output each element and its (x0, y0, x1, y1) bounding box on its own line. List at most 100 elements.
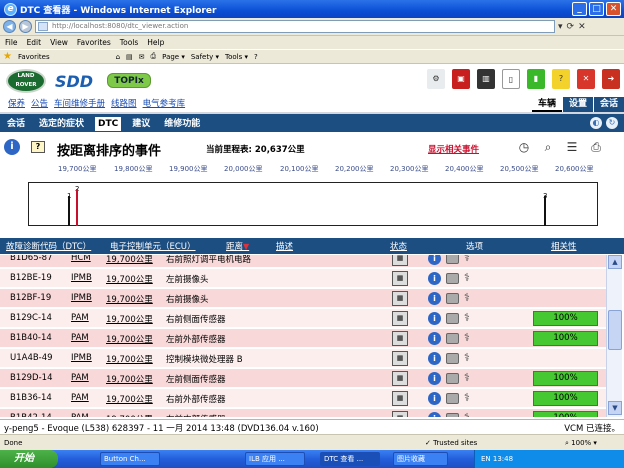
timeline-marker[interactable] (76, 189, 78, 226)
status-icon[interactable]: ▦ (392, 255, 408, 266)
link-wiring-diagrams[interactable]: 线路图 (111, 97, 137, 109)
url-field[interactable]: http://localhost:8080/dtc_viewer.action (35, 20, 555, 33)
green-document-icon[interactable]: ▮ (527, 69, 545, 89)
table-row[interactable]: U1A4B-49 IPMB 19,700公里 控制模块微处理器 B ▦ i ⚕ (0, 349, 606, 368)
stethoscope-icon[interactable]: ⚕ (464, 255, 470, 264)
stethoscope-icon[interactable]: ⚕ (464, 291, 470, 304)
info-icon[interactable]: i (428, 272, 441, 285)
battery-icon[interactable]: ▥ (477, 69, 495, 89)
col-description[interactable]: 描述 (276, 240, 293, 252)
camera-icon[interactable] (446, 413, 459, 417)
col-ecu[interactable]: 电子控制单元（ECU） (110, 240, 196, 252)
link-maintenance[interactable]: 保养 (8, 97, 25, 109)
ecu-link[interactable]: IPMB (71, 293, 92, 303)
status-icon[interactable]: ▦ (392, 311, 408, 326)
topix-button[interactable]: TOPIx (107, 73, 151, 88)
ecu-link[interactable]: PAM (71, 413, 89, 417)
distance-link[interactable]: 19,700公里 (106, 373, 153, 385)
home-icon[interactable]: ⌂ (116, 53, 120, 61)
close-button[interactable]: ✕ (606, 2, 621, 16)
safety-menu[interactable]: Safety ▾ (191, 53, 219, 61)
info-icon[interactable]: i (428, 332, 441, 345)
ecu-link[interactable]: HCM (71, 255, 91, 263)
start-button[interactable]: 开始 (0, 450, 58, 468)
printer-icon[interactable]: ⎙ (588, 139, 604, 155)
distance-link[interactable]: 19,700公里 (106, 413, 153, 417)
maximize-button[interactable]: □ (589, 2, 604, 16)
distance-link[interactable]: 19,700公里 (106, 313, 153, 325)
camera-icon[interactable] (446, 353, 459, 364)
ecu-link[interactable]: IPMB (71, 273, 92, 283)
distance-link[interactable]: 19,700公里 (106, 255, 153, 265)
info-icon[interactable]: i (428, 312, 441, 325)
ecu-link[interactable]: PAM (71, 373, 89, 383)
col-relevance[interactable]: 相关性 (551, 240, 577, 252)
col-dtc[interactable]: 故障诊断代码（DTC） (6, 240, 91, 252)
connection-icon[interactable]: ◐ (590, 117, 602, 129)
show-related-events-link[interactable]: 显示相关事件 (428, 143, 479, 155)
table-row[interactable]: B1B42-14 PAM 19,700公里 右前内部传感器 ▦ i ⚕ 100% (0, 409, 606, 417)
link-workshop-manual[interactable]: 车间维修手册 (54, 97, 105, 109)
stethoscope-icon[interactable]: ⚕ (464, 331, 470, 344)
table-row[interactable]: B129D-14 PAM 19,700公里 左前侧面传感器 ▦ i ⚕ 100% (0, 369, 606, 388)
distance-link[interactable]: 19,700公里 (106, 273, 153, 285)
table-row[interactable]: B129C-14 PAM 19,700公里 右前侧面传感器 ▦ i ⚕ 100% (0, 309, 606, 328)
print-icon[interactable]: ⎙ (151, 52, 157, 61)
diagnostic-tool-icon[interactable]: ⚙ (427, 69, 445, 89)
back-button[interactable]: ◀ (3, 20, 16, 33)
exit-icon[interactable]: ➜ (602, 69, 620, 89)
tab-settings[interactable]: 设置 (562, 97, 593, 112)
scroll-down-button[interactable]: ▼ (608, 401, 622, 415)
list-icon[interactable]: ☰ (564, 139, 580, 155)
ecu-link[interactable]: IPMB (71, 353, 92, 363)
link-electrical-reference[interactable]: 电气参考库 (143, 97, 186, 109)
tab-session[interactable]: 会话 (593, 97, 624, 112)
tools-menu[interactable]: Tools ▾ (225, 53, 248, 61)
document-icon[interactable]: ▯ (502, 69, 520, 89)
status-icon[interactable]: ▦ (392, 271, 408, 286)
status-icon[interactable]: ▦ (392, 371, 408, 386)
camera-icon[interactable] (446, 293, 459, 304)
stethoscope-icon[interactable]: ⚕ (464, 411, 470, 417)
scroll-thumb[interactable] (608, 310, 622, 350)
nav-tab-recommendations[interactable]: 建议 (129, 117, 153, 131)
status-icon[interactable]: ▦ (392, 411, 408, 417)
nav-tab-service-functions[interactable]: 维修功能 (161, 117, 203, 131)
mail-icon[interactable]: ✉ (139, 53, 145, 61)
nav-tab-symptoms[interactable]: 选定的症状 (36, 117, 87, 131)
stethoscope-icon[interactable]: ⚕ (464, 371, 470, 384)
taskbar-item[interactable]: ILB 应用 ... (245, 452, 305, 466)
col-status[interactable]: 状态 (390, 240, 407, 252)
menu-edit[interactable]: Edit (27, 38, 42, 47)
camera-icon[interactable] (446, 393, 459, 404)
help-bulb-icon[interactable]: ? (552, 69, 570, 89)
camera-icon[interactable] (446, 273, 459, 284)
distance-link[interactable]: 19,700公里 (106, 353, 153, 365)
help-icon[interactable]: ? (254, 53, 258, 61)
distance-link[interactable]: 19,700公里 (106, 293, 153, 305)
stop-icon[interactable]: ✕ (578, 22, 586, 32)
nav-tab-dtc[interactable]: DTC (95, 117, 122, 131)
tab-vehicle[interactable]: 车辆 (531, 97, 562, 112)
refresh-icon[interactable]: ⟳ (567, 22, 575, 32)
favorites-star-icon[interactable]: ★ (3, 51, 12, 62)
table-row[interactable]: B12BF-19 IPMB 19,700公里 右前摄像头 ▦ i ⚕ (0, 289, 606, 308)
search-icon[interactable]: ⌕ (540, 139, 556, 155)
stethoscope-icon[interactable]: ⚕ (464, 391, 470, 404)
zoom-level[interactable]: ⌕ 100% ▾ (565, 439, 597, 448)
status-icon[interactable]: ▦ (392, 351, 408, 366)
info-icon[interactable]: i (428, 392, 441, 405)
menu-favorites[interactable]: Favorites (77, 38, 111, 47)
stethoscope-icon[interactable]: ⚕ (464, 271, 470, 284)
timeline-marker[interactable] (68, 196, 70, 226)
status-icon[interactable]: ▦ (392, 331, 408, 346)
menu-file[interactable]: File (5, 38, 18, 47)
forward-button[interactable]: ▶ (19, 20, 32, 33)
info-icon[interactable]: i (428, 412, 441, 417)
feeds-icon[interactable]: ▤ (126, 53, 133, 61)
favorites-label[interactable]: Favorites (18, 53, 50, 61)
status-icon[interactable]: ▦ (392, 291, 408, 306)
table-row[interactable]: B12BE-19 IPMB 19,700公里 左前摄像头 ▦ i ⚕ (0, 269, 606, 288)
scroll-up-button[interactable]: ▲ (608, 255, 622, 269)
menu-view[interactable]: View (50, 38, 68, 47)
